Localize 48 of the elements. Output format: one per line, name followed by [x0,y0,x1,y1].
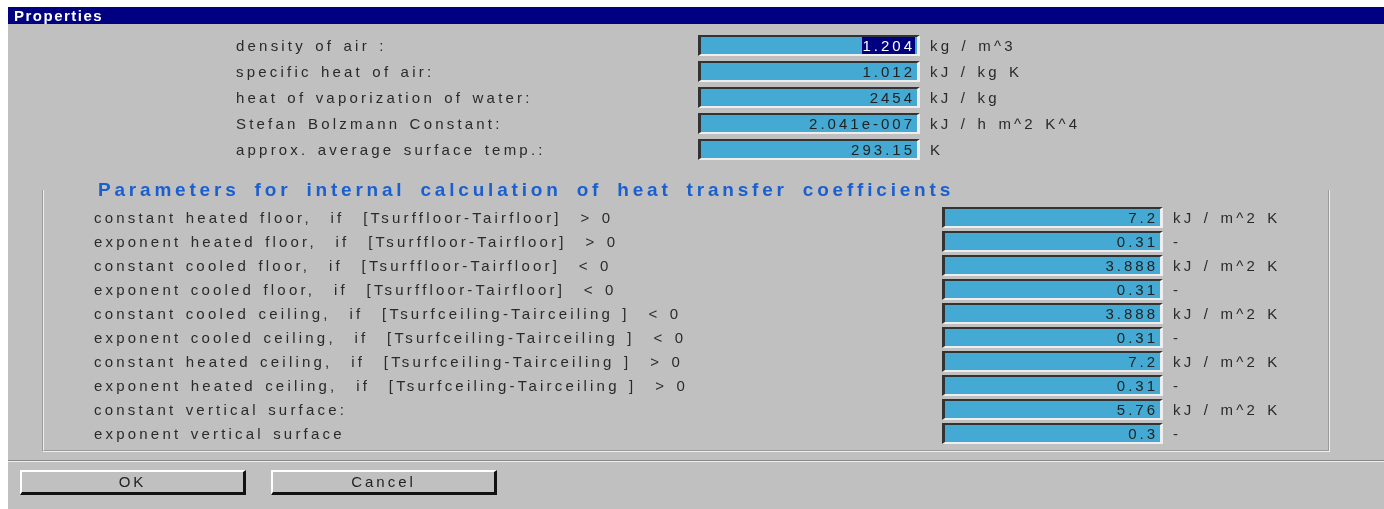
input-field[interactable]: 2.041e-007 [698,113,920,134]
field-label: constant cooled floor, if [Tsurffloor-Tairfloor] < 0 [94,255,613,276]
field-label: constant vertical surface: [94,399,349,420]
field-label: Stefan Bolzmann Constant: [236,113,504,134]
input-field[interactable]: 0.31 [942,279,1163,300]
unit-label: kJ / m^2 K [1173,207,1281,228]
input-field[interactable]: 2454 [698,87,920,108]
cancel-button[interactable]: Cancel [271,470,497,495]
input-field[interactable]: 0.31 [942,327,1163,348]
unit-label: - [1173,327,1183,348]
field-label: density of air : [236,35,388,56]
input-field[interactable]: 3.888 [942,303,1163,324]
field-label: constant heated floor, if [Tsurffloor-Tairfloor] > 0 [94,207,615,228]
unit-label: kg / m^3 [930,35,1017,56]
field-label: exponent cooled ceiling, if [Tsurfceiling-Tairceiling ] < 0 [94,327,688,348]
input-field[interactable]: 293.15 [698,139,920,160]
unit-label: kJ / h m^2 K^4 [930,113,1081,134]
ok-button[interactable]: OK [20,470,246,495]
field-label: exponent heated floor, if [Tsurffloor-Tairfloor] > 0 [94,231,620,252]
input-field[interactable]: 0.3 [942,423,1163,444]
field-label: exponent cooled floor, if [Tsurffloor-Tairfloor] < 0 [94,279,618,300]
unit-label: kJ / kg [930,87,1001,108]
field-label: exponent heated ceiling, if [Tsurfceiling-Tairceiling ] > 0 [94,375,690,396]
input-field[interactable]: 1.012 [698,61,920,82]
unit-label: - [1173,423,1183,444]
input-field[interactable]: 0.31 [942,231,1163,252]
unit-label: kJ / kg K [930,61,1024,82]
group-title: Parameters for internal calculation of heat transfer coefficients [97,179,955,201]
field-label: constant cooled ceiling, if [Tsurfceiling-Tairceiling ] < 0 [94,303,683,324]
unit-label: K [930,139,945,160]
field-label: constant heated ceiling, if [Tsurfceiling-Tairceiling ] > 0 [94,351,684,372]
field-label: heat of vaporization of water: [236,87,534,108]
unit-label: kJ / m^2 K [1173,399,1281,420]
unit-label: kJ / m^2 K [1173,303,1281,324]
input-field[interactable]: 7.2 [942,207,1163,228]
input-field[interactable]: 0.31 [942,375,1163,396]
field-label: specific heat of air: [236,61,436,82]
unit-label: - [1173,231,1183,252]
field-label: exponent vertical surface [94,423,346,444]
input-field[interactable]: 5.76 [942,399,1163,420]
field-label: approx. average surface temp.: [236,139,547,160]
input-field[interactable]: 7.2 [942,351,1163,372]
unit-label: kJ / m^2 K [1173,255,1281,276]
unit-label: kJ / m^2 K [1173,351,1281,372]
unit-label: - [1173,279,1183,300]
input-field[interactable]: 3.888 [942,255,1163,276]
input-field[interactable]: 1.204 [698,35,920,56]
unit-label: - [1173,375,1183,396]
